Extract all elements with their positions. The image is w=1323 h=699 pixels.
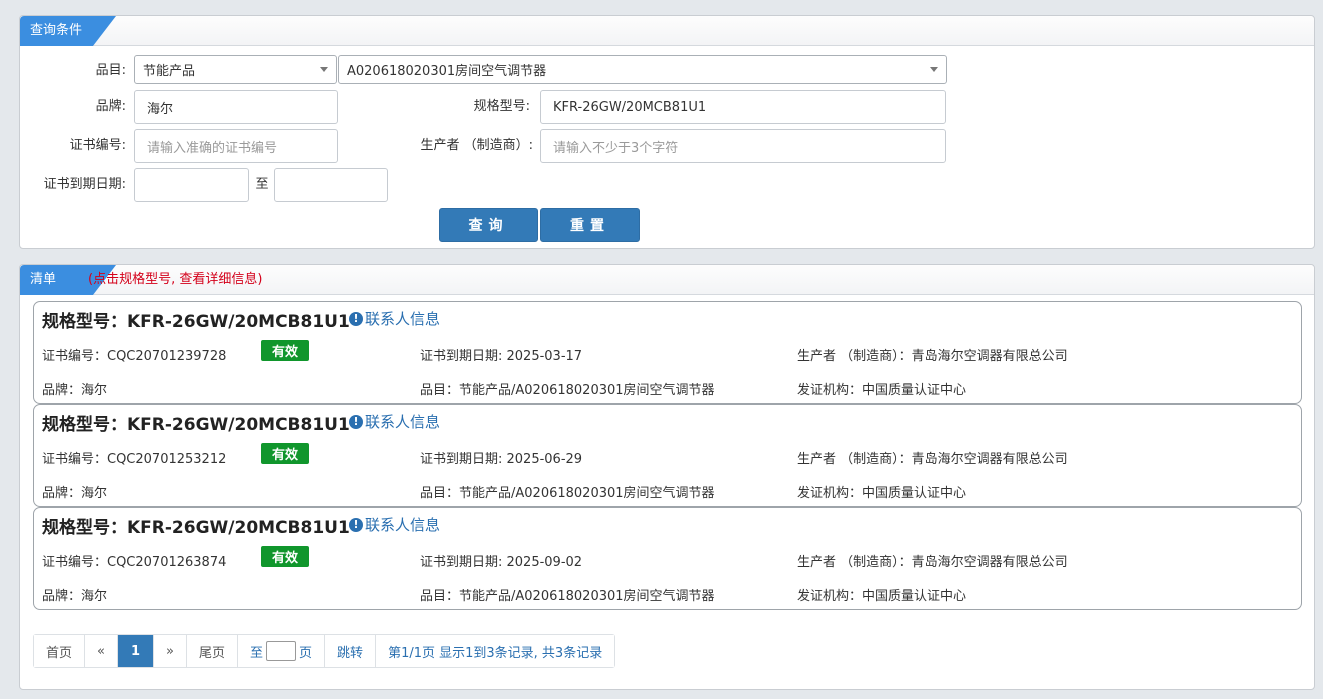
chevron-down-icon — [320, 67, 328, 72]
cert-label: 证书编号: — [69, 138, 126, 153]
list-panel-header: 清单 (点击规格型号, 查看详细信息) — [20, 265, 1314, 295]
query-panel-title: 查询条件 — [20, 16, 116, 46]
prev-page-button[interactable]: « — [85, 635, 118, 667]
contact-info-link[interactable]: ! 联系人信息 — [349, 308, 440, 329]
next-page-button[interactable]: » — [154, 635, 187, 667]
brand-label: 品牌: — [95, 99, 126, 114]
category-select-value: 节能产品 — [143, 64, 196, 79]
page-1-button[interactable]: 1 — [117, 635, 155, 667]
page-summary: 第1/1页 显示1到3条记录, 共3条记录 — [376, 635, 615, 667]
result-card: 规格型号：KFR-26GW/20MCB81U1 ! 联系人信息 证书编号：CQC… — [33, 301, 1302, 404]
jump-button[interactable]: 跳转 — [325, 635, 377, 667]
query-panel: 查询条件 品目: 节能产品 A020618020301房间空气调节器 品牌: 海… — [19, 15, 1315, 249]
maker-label: 生产者 （制造商）: — [420, 138, 533, 153]
cert-input[interactable]: 请输入准确的证书编号 — [134, 129, 338, 163]
model-link[interactable]: 规格型号：KFR-26GW/20MCB81U1 — [42, 513, 350, 538]
subcategory-select-value: A020618020301房间空气调节器 — [347, 64, 547, 79]
category: 品目：节能产品/A020618020301房间空气调节器 — [420, 383, 715, 398]
category-label: 品目: — [95, 63, 126, 78]
contact-info-link[interactable]: ! 联系人信息 — [349, 411, 440, 432]
last-page-button[interactable]: 尾页 — [187, 635, 239, 667]
category-select[interactable]: 节能产品 — [134, 55, 337, 84]
subcategory-select[interactable]: A020618020301房间空气调节器 — [338, 55, 947, 84]
contact-info-link[interactable]: ! 联系人信息 — [349, 514, 440, 535]
expiry-date: 证书到期日期: 2025-06-29 — [420, 452, 583, 467]
first-page-button[interactable]: 首页 — [34, 635, 86, 667]
page-jump-input[interactable] — [266, 641, 297, 661]
category: 品目：节能产品/A020618020301房间空气调节器 — [420, 486, 715, 501]
brand: 品牌：海尔 — [42, 486, 108, 501]
model-input-value: KFR-26GW/20MCB81U1 — [553, 99, 707, 115]
contact-info-label: 联系人信息 — [365, 310, 441, 328]
expiry-date: 证书到期日期: 2025-03-17 — [420, 349, 583, 364]
brand: 品牌：海尔 — [42, 589, 108, 604]
model-link[interactable]: 规格型号：KFR-26GW/20MCB81U1 — [42, 307, 350, 332]
list-hint: (点击规格型号, 查看详细信息) — [88, 272, 263, 287]
expiry-to-label: 至 — [255, 177, 269, 192]
brand-input-value: 海尔 — [147, 101, 174, 117]
status-badge: 有效 — [261, 546, 309, 567]
status-badge: 有效 — [261, 443, 309, 464]
issuer: 发证机构：中国质量认证中心 — [797, 383, 967, 398]
maker: 生产者 （制造商）：青岛海尔空调器有限总公司 — [797, 349, 1068, 364]
model-input[interactable]: KFR-26GW/20MCB81U1 — [540, 90, 946, 124]
page-jump-group: 至 页 — [238, 635, 326, 667]
maker-input-placeholder: 请输入不少于3个字符 — [553, 140, 679, 156]
status-badge: 有效 — [261, 340, 309, 361]
chevron-down-icon — [930, 67, 938, 72]
cert-number: 证书编号：CQC20701263874 — [42, 555, 227, 570]
expiry-end-input[interactable] — [274, 168, 388, 202]
issuer: 发证机构：中国质量认证中心 — [797, 589, 967, 604]
info-icon: ! — [349, 311, 363, 326]
contact-info-label: 联系人信息 — [365, 516, 441, 534]
issuer: 发证机构：中国质量认证中心 — [797, 486, 967, 501]
model-link[interactable]: 规格型号：KFR-26GW/20MCB81U1 — [42, 410, 350, 435]
contact-info-label: 联系人信息 — [365, 413, 441, 431]
expiry-label: 证书到期日期: — [43, 177, 126, 192]
maker-input[interactable]: 请输入不少于3个字符 — [540, 129, 946, 163]
reset-button[interactable]: 重置 — [540, 208, 640, 242]
cert-number: 证书编号：CQC20701253212 — [42, 452, 227, 467]
info-icon: ! — [349, 414, 363, 429]
expiry-date: 证书到期日期: 2025-09-02 — [420, 555, 583, 570]
query-panel-header: 查询条件 — [20, 16, 1314, 46]
expiry-start-input[interactable] — [134, 168, 249, 202]
model-label: 规格型号: — [473, 99, 530, 114]
page-unit-label: 页 — [299, 645, 313, 661]
pagination: 首页 « 1 » 尾页 至 页 跳转 第1/1页 显示1到3条记录, 共3条记录 — [33, 634, 616, 668]
maker: 生产者 （制造商）：青岛海尔空调器有限总公司 — [797, 555, 1068, 570]
cert-input-placeholder: 请输入准确的证书编号 — [147, 140, 278, 156]
brand-input[interactable]: 海尔 — [134, 90, 338, 124]
info-icon: ! — [349, 517, 363, 532]
result-card: 规格型号：KFR-26GW/20MCB81U1 ! 联系人信息 证书编号：CQC… — [33, 507, 1302, 610]
jump-to-label: 至 — [250, 645, 264, 661]
brand: 品牌：海尔 — [42, 383, 108, 398]
maker: 生产者 （制造商）：青岛海尔空调器有限总公司 — [797, 452, 1068, 467]
list-panel: 清单 (点击规格型号, 查看详细信息) 规格型号：KFR-26GW/20MCB8… — [19, 264, 1315, 690]
category: 品目：节能产品/A020618020301房间空气调节器 — [420, 589, 715, 604]
search-button[interactable]: 查询 — [439, 208, 538, 242]
cert-number: 证书编号：CQC20701239728 — [42, 349, 227, 364]
result-card: 规格型号：KFR-26GW/20MCB81U1 ! 联系人信息 证书编号：CQC… — [33, 404, 1302, 507]
